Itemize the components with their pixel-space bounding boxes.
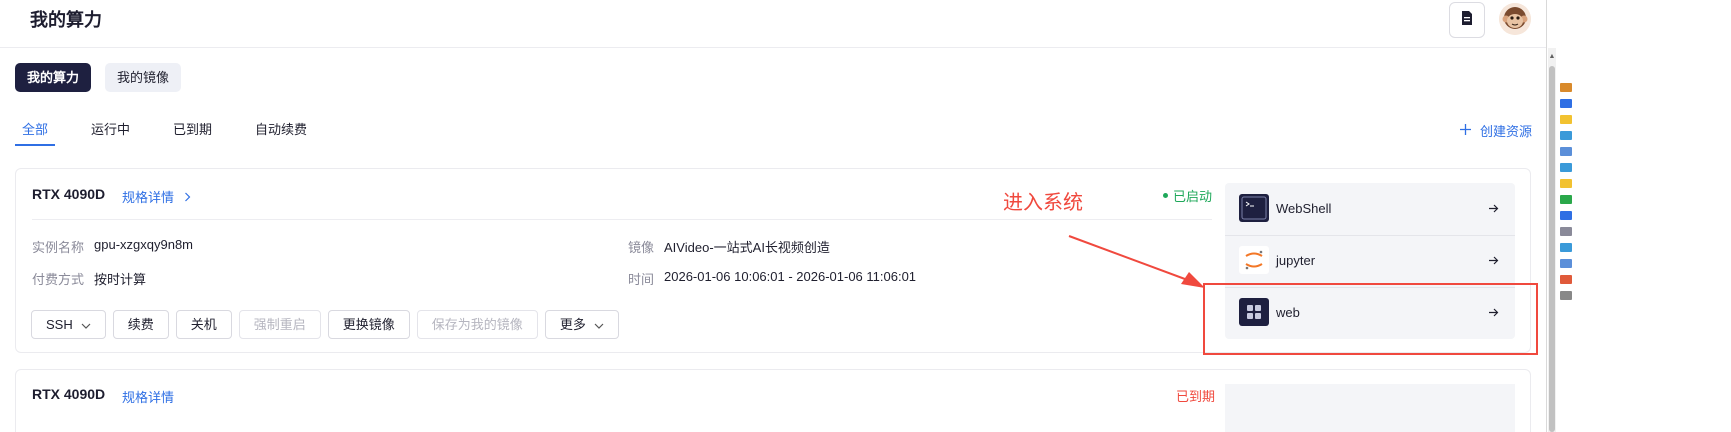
bookmark-icon[interactable] (1560, 259, 1572, 268)
tab-all[interactable]: 全部 (15, 120, 56, 146)
webshell-label: WebShell (1276, 200, 1332, 216)
bookmark-icon[interactable] (1560, 131, 1572, 140)
access-web[interactable]: web (1225, 287, 1515, 337)
document-button[interactable] (1449, 2, 1485, 38)
scrollbar-thumb[interactable] (1549, 66, 1555, 432)
instance-card-2: RTX 4090D 规格详情 已到期 (15, 369, 1531, 432)
force-restart-button[interactable]: 强制重启 (238, 310, 321, 339)
bookmark-icon[interactable] (1560, 99, 1572, 108)
tab-expired[interactable]: 已到期 (166, 120, 219, 146)
create-resource-button[interactable]: 创建资源 (1460, 121, 1532, 140)
time-value: 2026-01-06 10:06:01 - 2026-01-06 11:06:0… (664, 269, 917, 284)
chevron-down-icon (81, 311, 91, 338)
more-dropdown-button[interactable]: 更多 (544, 310, 619, 339)
subtab-my-compute[interactable]: 我的算力 (15, 63, 92, 92)
access-jupyter[interactable]: jupyter (1225, 235, 1515, 285)
chevron-right-icon (184, 190, 191, 205)
document-icon (1460, 10, 1474, 31)
change-image-button[interactable]: 更换镜像 (327, 310, 410, 339)
time-row: 时间 2026-01-06 10:06:01 - 2026-01-06 11:0… (628, 269, 916, 288)
status-badge: 已启动 (1163, 186, 1212, 205)
bookmark-icon[interactable] (1560, 163, 1572, 172)
instance-name-row: 实例名称 gpu-xzgxqy9n8m (32, 237, 193, 256)
arrow-right-icon (1489, 201, 1499, 216)
bookmark-icon[interactable] (1560, 275, 1572, 284)
spec-details-label: 规格详情 (122, 190, 175, 205)
web-grid-icon (1239, 298, 1269, 326)
bookmark-icon[interactable] (1560, 211, 1572, 220)
renew-button[interactable]: 续费 (112, 310, 169, 339)
image-label: 镜像 (628, 240, 655, 255)
bookmark-icon[interactable] (1560, 227, 1572, 236)
terminal-icon (1239, 194, 1269, 222)
user-avatar[interactable] (1499, 3, 1531, 35)
ssh-label: SSH (46, 317, 73, 332)
more-label: 更多 (559, 317, 586, 332)
status-text: 已启动 (1173, 189, 1213, 204)
bookmark-icons (1560, 83, 1572, 307)
save-image-button[interactable]: 保存为我的镜像 (416, 310, 538, 339)
bookmark-icon[interactable] (1560, 147, 1572, 156)
ssh-dropdown-button[interactable]: SSH (31, 310, 106, 339)
top-header: 我的算力 (0, 0, 1546, 48)
annotation-arrow-icon (1068, 235, 1205, 288)
card-divider (32, 219, 1212, 220)
bookmark-icon[interactable] (1560, 243, 1572, 252)
gpu-model: RTX 4090D (32, 186, 106, 202)
scroll-up-icon[interactable]: ▲ (1548, 50, 1556, 62)
bookmark-icon[interactable] (1560, 195, 1572, 204)
image-row: 镜像 AIVideo-一站式AI长视频创造 (628, 237, 830, 256)
billing-row: 付费方式 按时计算 (32, 269, 146, 288)
image-value: AIVideo-一站式AI长视频创造 (664, 240, 830, 255)
spec-details-link[interactable]: 规格详情 (122, 187, 191, 206)
bookmark-icon[interactable] (1560, 115, 1572, 124)
monkey-avatar-icon (1499, 3, 1531, 35)
jupyter-icon (1239, 246, 1269, 274)
access-panel-2 (1225, 384, 1515, 432)
page-title: 我的算力 (30, 10, 102, 30)
subtab-my-images[interactable]: 我的镜像 (105, 63, 182, 92)
create-resource-label: 创建资源 (1480, 124, 1533, 139)
access-webshell[interactable]: WebShell (1225, 183, 1515, 233)
shutdown-button[interactable]: 关机 (175, 310, 232, 339)
web-label: web (1276, 304, 1300, 320)
instance-name-value: gpu-xzgxqy9n8m (94, 237, 194, 252)
action-bar: SSH 续费 关机 强制重启 更换镜像 保存为我的镜像 更多 (31, 310, 619, 339)
arrow-right-icon (1489, 305, 1499, 320)
bookmark-icon[interactable] (1560, 179, 1572, 188)
bookmark-icon[interactable] (1560, 83, 1572, 92)
instance-name-label: 实例名称 (32, 240, 85, 255)
status-text-2: 已到期 (1176, 389, 1216, 404)
arrow-right-icon (1489, 253, 1499, 268)
plus-icon (1460, 123, 1471, 138)
billing-label: 付费方式 (32, 272, 85, 287)
browser-side-strip (1546, 0, 1731, 432)
status-dot (1163, 193, 1168, 198)
chevron-down-icon (594, 311, 604, 338)
tab-running[interactable]: 运行中 (84, 120, 137, 146)
instance-card: RTX 4090D 规格详情 已启动 实例名称 gpu-xzgxqy9n8m 付… (15, 168, 1531, 353)
gpu-model-2: RTX 4090D (32, 386, 106, 402)
annotation-label: 进入系统 (1003, 192, 1083, 214)
time-label: 时间 (628, 272, 655, 287)
billing-value: 按时计算 (94, 272, 147, 287)
bookmark-icon[interactable] (1560, 291, 1572, 300)
filter-tabs: 全部 运行中 已到期 自动续费 (15, 120, 343, 146)
tab-auto-renew[interactable]: 自动续费 (248, 120, 314, 146)
view-switcher: 我的算力 我的镜像 (15, 63, 182, 92)
jupyter-label: jupyter (1276, 252, 1316, 268)
access-panel: WebShell jupyter web (1225, 183, 1515, 339)
spec-details-link-2[interactable]: 规格详情 (122, 387, 174, 406)
